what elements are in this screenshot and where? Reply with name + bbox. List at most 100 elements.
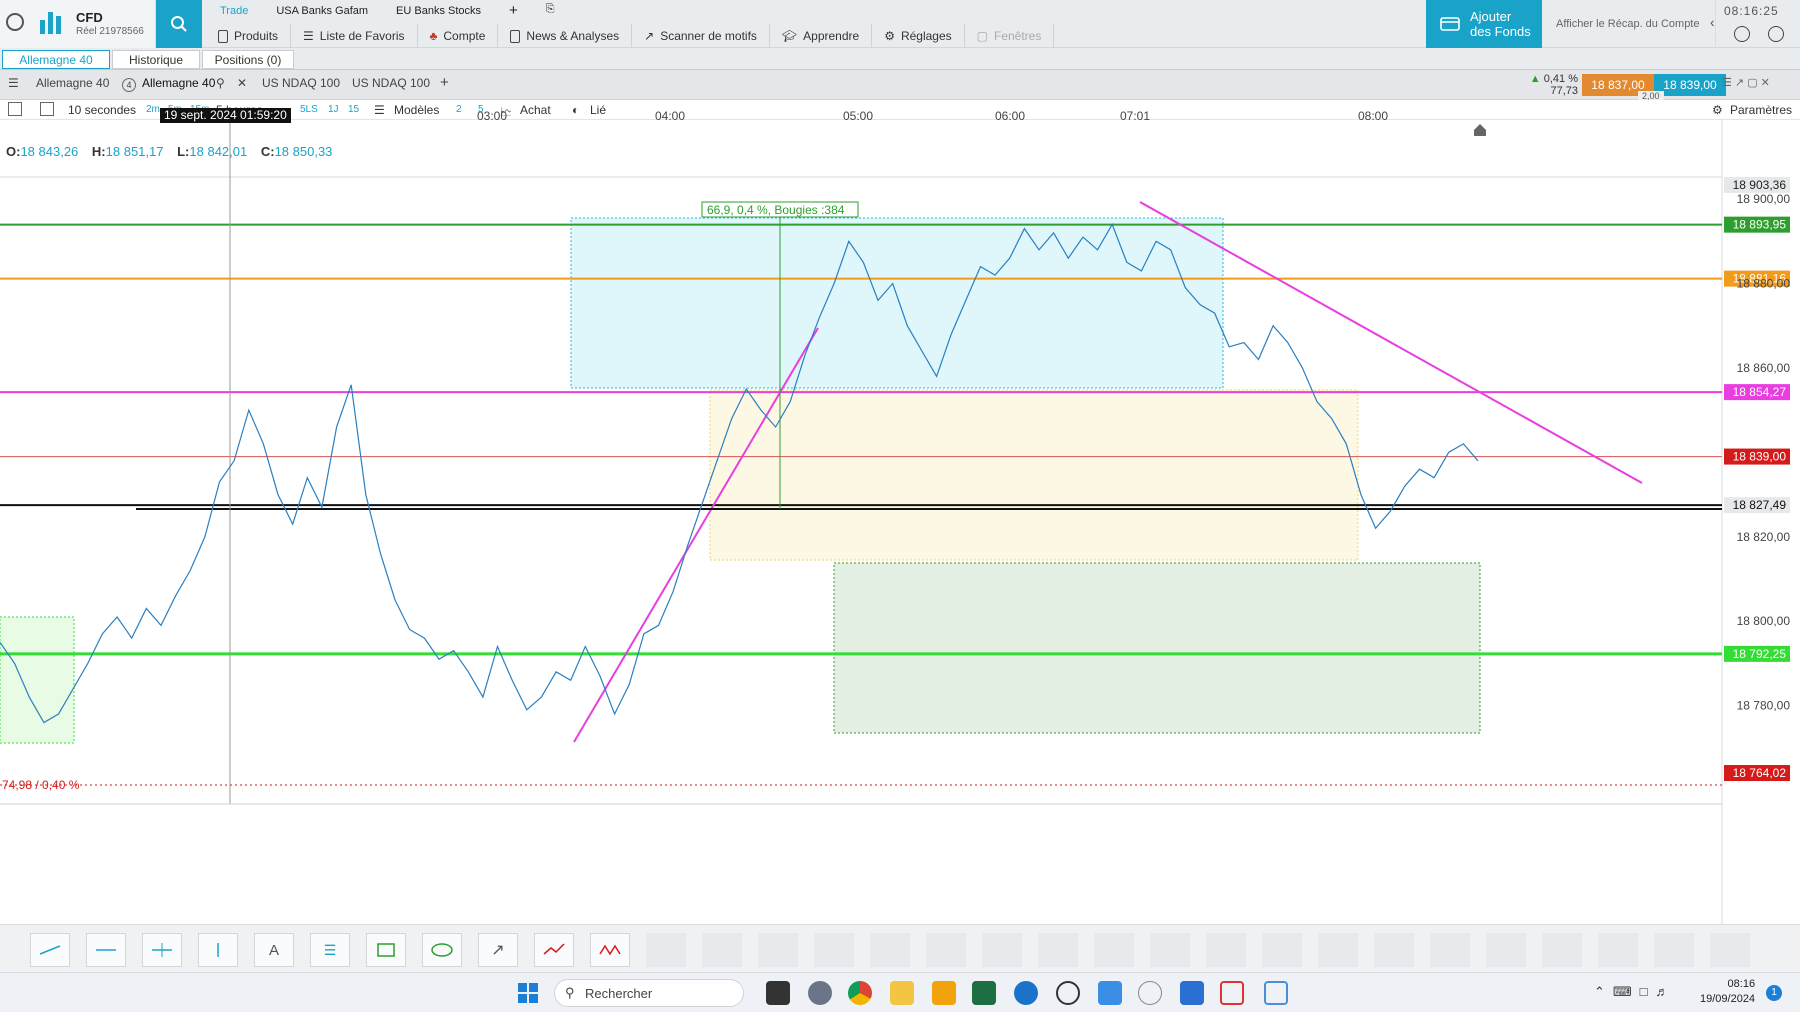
subtab-positions[interactable]: Positions (0) xyxy=(202,50,294,69)
pin-icon[interactable]: ⎘ xyxy=(532,0,569,22)
price-tag-label: 18 854,27 xyxy=(1733,385,1787,399)
menu-scanner[interactable]: ↗ Scanner de motifs xyxy=(632,24,770,48)
zone-green-right[interactable] xyxy=(833,562,1481,734)
chart-app-icon[interactable] xyxy=(932,981,956,1005)
workspace-tabs: Trade USA Banks Gafam EU Banks Stocks + … xyxy=(206,0,569,22)
system-clock[interactable]: 08:16 19/09/2024 xyxy=(1700,977,1755,1007)
zone-yellow[interactable] xyxy=(709,389,1359,561)
price-tag: 18 792,25 xyxy=(1724,645,1790,662)
menu-news[interactable]: News & Analyses xyxy=(498,24,633,48)
taskbar-search[interactable]: ⚲ Rechercher xyxy=(554,979,744,1007)
mail-icon[interactable] xyxy=(1098,981,1122,1005)
tab-eu-banks[interactable]: EU Banks Stocks xyxy=(382,0,495,22)
gear-icon: ⚙ xyxy=(884,29,895,43)
search-button[interactable] xyxy=(156,0,202,48)
user-icon[interactable] xyxy=(6,13,24,31)
menu-compte[interactable]: ♣ Compte xyxy=(418,24,499,48)
vline-tool-icon[interactable] xyxy=(198,933,238,967)
empty-slot xyxy=(1262,933,1302,967)
y-tick-label: 18 800,00 xyxy=(1737,614,1791,628)
empty-slot xyxy=(1150,933,1190,967)
price-chart[interactable]: 66,9, 0,4 %, Bougies :384 18 903,36 18 89… xyxy=(0,108,1800,924)
empty-slot xyxy=(1654,933,1694,967)
chart-tab-close-icon[interactable]: ✕ xyxy=(237,76,247,90)
snip-icon[interactable] xyxy=(1220,981,1244,1005)
empty-slot xyxy=(1318,933,1358,967)
price-tag: 18 903,36 xyxy=(1724,176,1790,193)
quote-box: ▲ 0,41 % 77,73 18 837,00 18 839,00 2,00 xyxy=(1526,70,1726,101)
subtab-allemagne[interactable]: Allemagne 40 xyxy=(2,50,110,69)
zone-blue[interactable] xyxy=(570,217,1224,389)
fib-tool-icon[interactable]: ☰ xyxy=(310,933,350,967)
excel-icon[interactable] xyxy=(972,981,996,1005)
add-funds-button[interactable]: Ajouter des Fonds xyxy=(1426,0,1542,48)
b-app-icon[interactable] xyxy=(1056,981,1080,1005)
menu-favoris[interactable]: ☰ Liste de Favoris xyxy=(291,24,418,48)
chart-tab-ndaq-1[interactable]: US NDAQ 100 xyxy=(262,76,340,90)
price-tag: 18 827,49 xyxy=(1724,497,1790,514)
menu-apprendre[interactable]: 🎓︎ Apprendre xyxy=(770,24,873,48)
menu-produits[interactable]: Produits xyxy=(206,24,292,48)
window-app-icon[interactable] xyxy=(1180,981,1204,1005)
window-controls-icon[interactable]: ☰ ↗ ▢ ✕ xyxy=(1722,76,1770,89)
chrome-icon[interactable] xyxy=(848,981,872,1005)
os-taskbar: ⚲ Rechercher ⌃⌨□♬ 08:16 19/09/2024 1 xyxy=(0,972,1800,1012)
ellipse-tool-icon[interactable] xyxy=(422,933,462,967)
chart-tab-search-icon[interactable]: ⚲ xyxy=(216,76,225,90)
bottom-left-label: 74,98 / 0,40 % xyxy=(2,778,80,792)
info-icon[interactable] xyxy=(1734,26,1750,42)
line-tool-icon[interactable] xyxy=(30,933,70,967)
settings-app-icon[interactable] xyxy=(808,981,832,1005)
add-chart-icon[interactable]: + xyxy=(440,74,449,91)
x-axis: 19 sept. 2024 01:59:20 03:00 04:00 05:00… xyxy=(0,108,1722,124)
path-tool-icon[interactable] xyxy=(534,933,574,967)
menu-reglages[interactable]: ⚙ Réglages xyxy=(872,24,965,48)
chart-tab-ndaq-2[interactable]: US NDAQ 100 xyxy=(352,76,430,90)
rectangle-tool-icon[interactable] xyxy=(366,933,406,967)
drawing-toolbar: A ☰ ↗ xyxy=(0,924,1800,972)
x-tick: 07:01 xyxy=(1120,109,1151,123)
empty-slot xyxy=(1598,933,1638,967)
hamburger-icon[interactable]: ☰ xyxy=(8,76,19,90)
params-button[interactable]: Paramètres xyxy=(1730,103,1792,117)
clock: 08:16:25 xyxy=(1724,4,1779,18)
tab-usa-banks[interactable]: USA Banks Gafam xyxy=(262,0,382,22)
quote-change: ▲ 0,41 % 77,73 xyxy=(1529,73,1578,97)
empty-slot xyxy=(814,933,854,967)
price-tag-label: 18 792,25 xyxy=(1733,647,1787,661)
hline-tool-icon[interactable] xyxy=(142,933,182,967)
text-tool-icon[interactable]: A xyxy=(254,933,294,967)
feather-icon[interactable] xyxy=(1138,981,1162,1005)
empty-slot xyxy=(926,933,966,967)
tray-icons[interactable]: ⌃⌨□♬ xyxy=(1594,984,1677,1000)
arrow-tool-icon[interactable]: ↗ xyxy=(478,933,518,967)
chart-tab-active[interactable]: Allemagne 40 xyxy=(142,76,215,90)
edge-icon[interactable] xyxy=(1014,981,1038,1005)
chart-canvas[interactable]: 66,9, 0,4 %, Bougies :384 18 903,36 18 89… xyxy=(0,120,1800,924)
ask-button[interactable]: 18 839,00 xyxy=(1654,74,1726,96)
ray-tool-icon[interactable] xyxy=(86,933,126,967)
notification-badge[interactable]: 1 xyxy=(1766,985,1782,1001)
empty-slot xyxy=(1486,933,1526,967)
file-icon[interactable] xyxy=(766,981,790,1005)
brand-name: CFD xyxy=(76,10,103,25)
price-tag: 18 764,02 xyxy=(1724,765,1790,782)
power-icon[interactable] xyxy=(1768,26,1784,42)
scanner-icon: ↗ xyxy=(644,29,655,43)
add-tab-icon[interactable]: + xyxy=(495,0,532,22)
x-tick: 03:00 xyxy=(477,109,508,123)
zone-green-left[interactable] xyxy=(0,616,75,744)
subtab-historique[interactable]: Historique xyxy=(112,50,200,69)
y-tick-label: 18 780,00 xyxy=(1737,699,1791,713)
monitor-icon[interactable] xyxy=(1264,981,1288,1005)
tab-trade[interactable]: Trade xyxy=(206,0,262,22)
account-recap-link[interactable]: Afficher le Récap. du Compte xyxy=(1546,0,1716,48)
menu-fenetres[interactable]: ▢ Fenêtres xyxy=(965,24,1055,48)
collapse-chevron-icon[interactable]: ‹ xyxy=(1710,14,1715,30)
empty-slot xyxy=(1430,933,1470,967)
pattern-tool-icon[interactable] xyxy=(590,933,630,967)
windows-start-icon[interactable] xyxy=(516,981,540,1005)
folder-icon[interactable] xyxy=(890,981,914,1005)
chart-tab-first[interactable]: Allemagne 40 xyxy=(36,76,109,90)
empty-slot xyxy=(702,933,742,967)
